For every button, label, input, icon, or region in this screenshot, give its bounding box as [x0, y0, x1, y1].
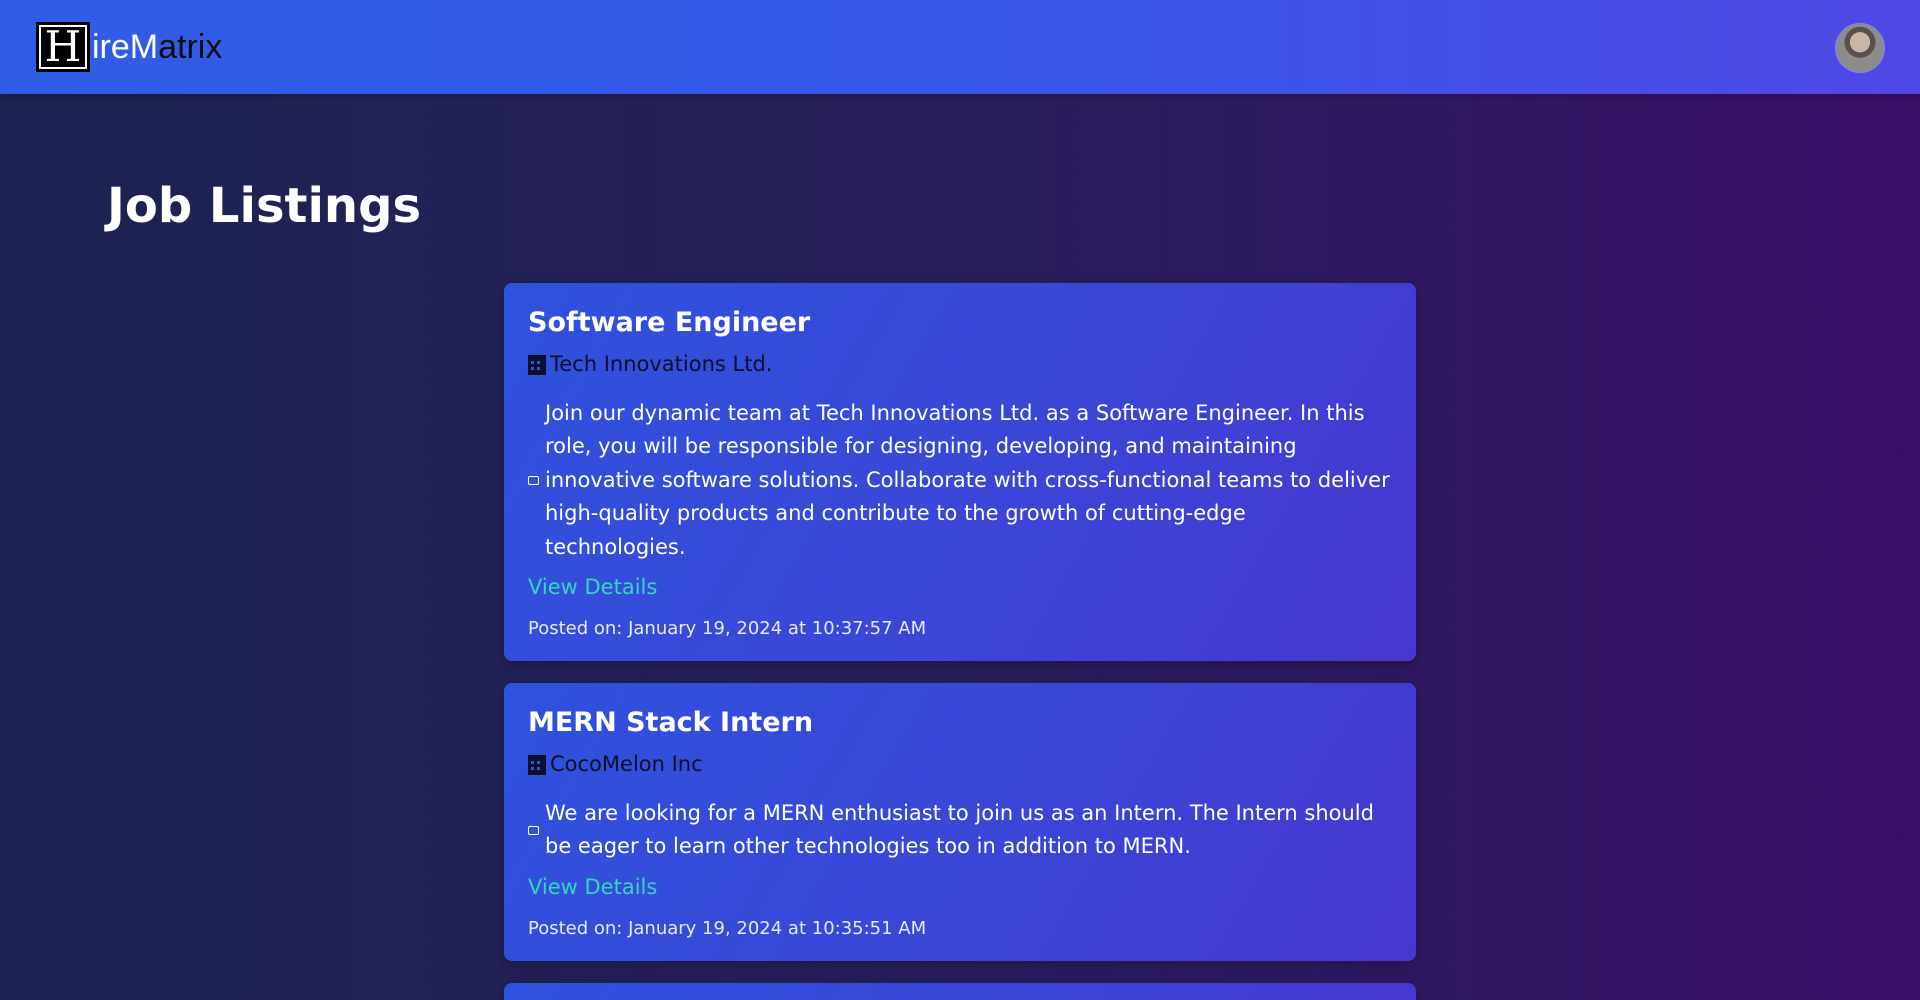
company-row: CocoMelon Inc	[528, 751, 1392, 778]
building-icon	[528, 355, 546, 376]
logo-part-2: M	[129, 28, 159, 66]
building-icon	[528, 755, 546, 776]
job-card: Software Engineer Tech Innovations Ltd. …	[504, 283, 1416, 661]
view-details-link[interactable]: View Details	[528, 574, 657, 601]
page-title: Job Listings	[107, 178, 422, 234]
posted-date: Posted on: January 19, 2024 at 10:37:57 …	[528, 618, 927, 640]
description-row: We are looking for a MERN enthusiast to …	[528, 797, 1392, 864]
logo-initial: H	[36, 22, 90, 72]
job-card-partial	[504, 983, 1416, 1000]
job-description: Join our dynamic team at Tech Innovation…	[545, 400, 1390, 559]
logo-wordmark: ireMatrix	[92, 22, 222, 72]
job-card: MERN Stack Intern CocoMelon Inc We are l…	[504, 683, 1416, 961]
company-row: Tech Innovations Ltd.	[528, 351, 1392, 378]
navbar: H ireMatrix	[0, 0, 1920, 94]
logo[interactable]: H ireMatrix	[36, 22, 222, 72]
job-title: Software Engineer	[528, 307, 811, 338]
user-avatar[interactable]	[1836, 24, 1884, 72]
job-description: We are looking for a MERN enthusiast to …	[545, 800, 1374, 859]
logo-part-1: ire	[92, 28, 130, 66]
speech-bubble-icon	[528, 475, 539, 485]
posted-date: Posted on: January 19, 2024 at 10:35:51 …	[528, 917, 927, 939]
description-row: Join our dynamic team at Tech Innovation…	[528, 397, 1392, 565]
logo-part-3: atrix	[158, 28, 223, 66]
job-title: MERN Stack Intern	[528, 707, 814, 738]
company-name: CocoMelon Inc	[550, 752, 703, 777]
view-details-link[interactable]: View Details	[528, 874, 657, 901]
company-name: Tech Innovations Ltd.	[550, 352, 773, 377]
speech-bubble-icon	[528, 825, 539, 835]
